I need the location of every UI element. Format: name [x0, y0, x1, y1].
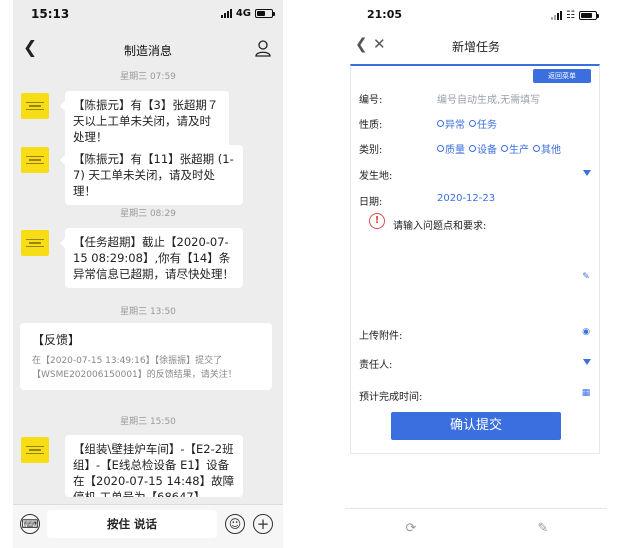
time-stamp: 星期三 15:50	[120, 417, 176, 427]
page-title: 制造消息	[123, 44, 172, 58]
status-time: 21:05	[367, 8, 403, 21]
status-bar: 21:05 ☷	[345, 0, 607, 28]
message-bubble: 【陈振元】有【3】张超期７天以上工单未关闭，请及时处理！	[60, 91, 229, 151]
nature-option-task[interactable]: 任务	[469, 116, 497, 131]
submit-button[interactable]: 确认提交	[391, 412, 561, 440]
nav-bar: ❮ ✕ 新增任务	[345, 34, 607, 60]
location-dropdown-icon[interactable]	[583, 170, 591, 176]
keyboard-icon[interactable]: ⌨	[20, 514, 40, 534]
battery-icon	[579, 11, 599, 20]
sender-avatar	[21, 437, 49, 463]
due-time-label: 预计完成时间:	[359, 392, 423, 403]
camera-icon[interactable]: ◉	[581, 327, 591, 337]
feedback-card[interactable]: 【反馈】 在【2020-07-15 13:49:16】【徐振振】提交了【WSME…	[20, 323, 272, 390]
nav-bar: ❮ 制造消息	[13, 34, 283, 64]
chat-screen: 15:13 4G ❮ 制造消息 星期三 07:59 【陈振元】有【3】张超期７天…	[13, 0, 283, 548]
owner-dropdown-icon[interactable]	[583, 359, 591, 365]
status-time: 15:13	[31, 7, 70, 21]
sender-avatar	[21, 230, 49, 256]
hold-to-talk-button[interactable]: 按住 说话	[47, 510, 217, 538]
message-bubble: 【任务超期】截止【2020-07-15 08:29:08】,你有【14】条异常信…	[60, 228, 243, 288]
edit-icon[interactable]: ✎	[581, 272, 591, 282]
date-field[interactable]: 2020-12-23	[437, 193, 495, 204]
feedback-title: 【反馈】	[32, 333, 81, 347]
number-field[interactable]: 编号自动生成,无需填写	[437, 91, 540, 106]
message-bubble: 【陈振元】有【11】张超期 (1-7) 天工单未关闭，请及时处理！	[60, 145, 243, 205]
network-label: 4G	[235, 8, 251, 19]
wifi-icon: ☷	[566, 10, 575, 21]
owner-label: 责任人:	[359, 360, 393, 371]
time-stamp: 星期三 08:29	[120, 209, 176, 219]
bottom-toolbar: ⟳ ✎	[345, 508, 607, 548]
page-title: 新增任务	[451, 40, 500, 54]
number-label: 编号:	[359, 95, 383, 106]
return-menu-button[interactable]: 返回菜单	[533, 69, 591, 83]
problem-prompt: 请输入问题点和要求:	[393, 221, 487, 232]
signal-icon	[551, 11, 563, 20]
refresh-icon[interactable]: ⟳	[403, 521, 419, 537]
task-screen: 21:05 ☷ ❮ ✕ 新增任务 返回菜单 编号: 编号自动生成,无需填写 性质…	[345, 0, 607, 548]
pencil-icon[interactable]: ✎	[535, 521, 551, 537]
attachment-label: 上传附件:	[359, 331, 403, 342]
location-label: 发生地:	[359, 171, 393, 182]
date-label: 日期:	[359, 197, 383, 208]
input-bar: ⌨ 按住 说话 ☺ +	[13, 504, 283, 548]
warning-icon: !	[369, 213, 385, 229]
time-stamp: 星期三 07:59	[120, 72, 176, 82]
user-icon[interactable]	[255, 40, 271, 57]
category-option-quality[interactable]: 质量	[437, 141, 465, 156]
category-option-equipment[interactable]: 设备	[469, 141, 497, 156]
signal-icon	[220, 9, 232, 18]
category-option-other[interactable]: 其他	[533, 141, 561, 156]
emoji-icon[interactable]: ☺	[225, 514, 245, 534]
status-bar: 15:13 4G	[13, 0, 283, 28]
category-option-production[interactable]: 生产	[501, 141, 529, 156]
add-icon[interactable]: +	[253, 514, 273, 534]
nature-option-abnormal[interactable]: 异常	[437, 116, 465, 131]
sender-avatar	[21, 93, 49, 119]
battery-icon	[255, 9, 275, 18]
feedback-description: 在【2020-07-15 13:49:16】【徐振振】提交了【WSME20200…	[32, 356, 237, 380]
message-bubble: 【组装\壁挂炉车间】-【E2-2班组】-【E线总检设备 E1】设备在【2020-…	[65, 435, 243, 497]
sender-avatar	[21, 147, 49, 173]
nature-label: 性质:	[359, 120, 383, 131]
category-label: 类别:	[359, 145, 383, 156]
time-stamp: 星期三 13:50	[120, 307, 176, 317]
task-form: 返回菜单 编号: 编号自动生成,无需填写 性质: 异常 任务 类别: 质量 设备…	[350, 64, 600, 454]
calendar-icon[interactable]: ▦	[581, 388, 591, 398]
